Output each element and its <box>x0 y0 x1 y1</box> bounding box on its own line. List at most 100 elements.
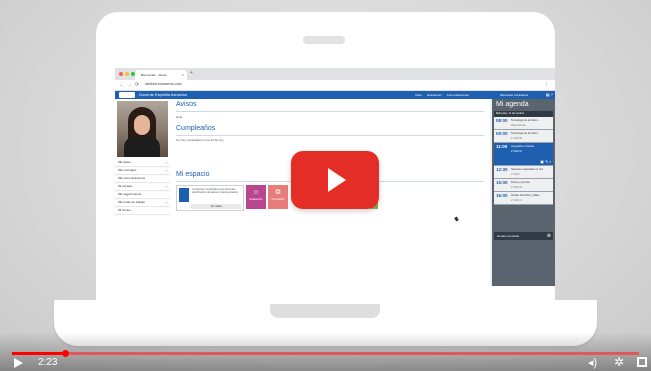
add-icon[interactable]: ⊕ <box>547 232 551 240</box>
event-action-icons[interactable]: ▣ ✎ ▪ <box>540 159 551 164</box>
event-sub: 1º ESO B <box>511 137 523 140</box>
sidebar: Mis datos › Mis mensajes › Mis comunicacio… <box>115 99 170 286</box>
event-sub: 2º ESO B <box>511 186 523 189</box>
app-menu: Inicio Evaluación Comunicaciones <box>415 92 469 98</box>
menu-item-inicio[interactable]: Inicio <box>415 92 422 98</box>
window-controls <box>119 72 135 76</box>
webcam <box>303 36 345 44</box>
avisos-title: Avisos <box>176 101 197 108</box>
address-bar: ← → ⟳ alexiadi.educamos.com ⋮ <box>115 80 555 91</box>
espacio-title: Mi espacio <box>176 171 210 178</box>
document-icon <box>179 188 189 202</box>
sidebar-item-mis-mensajes[interactable]: Mis mensajes › <box>115 167 170 175</box>
sidebar-item-mis-comunicaciones[interactable]: Mis comunicaciones <box>115 175 170 183</box>
browser-tabbar: Bienvenido · Alexia × + <box>115 68 555 80</box>
sidebar-item-mis-datos[interactable]: Mis datos › <box>115 159 170 167</box>
fullscreen-icon[interactable] <box>637 357 647 367</box>
scrubber-handle[interactable] <box>61 350 69 357</box>
event-time: 09:00 <box>496 131 508 136</box>
reload-icon[interactable]: ⟳ <box>135 82 139 88</box>
people-icon: ☺ <box>252 189 260 196</box>
tab-title: Bienvenido · Alexia <box>141 73 167 77</box>
agenda-panel: Mi agenda Miércoles, 11 de octubre 08:00… <box>492 99 555 286</box>
divider <box>176 135 484 136</box>
event-sub: 2º ESO A <box>511 150 522 153</box>
tile-label: Orientación <box>271 198 285 201</box>
avatar-torso <box>124 137 160 157</box>
progress-bar[interactable] <box>12 352 639 355</box>
app-title: Docente Espinilla Asuncion <box>139 92 188 97</box>
event-name: Física y química <box>511 181 530 184</box>
event-name: Sesiones especiales en red <box>511 168 543 171</box>
event-name: Tecnología de la inform... <box>511 132 540 135</box>
video-stage[interactable]: Bienvenido · Alexia × + ← → ⟳ alexiadi.e… <box>0 0 651 371</box>
user-name[interactable]: Mercedes Cantadora <box>500 92 528 98</box>
event-sub: Matemáticas <box>511 124 526 127</box>
menu-kebab-icon[interactable]: ⋮ <box>544 81 549 87</box>
sidebar-item-label: Mis notas de trabajo <box>118 200 146 204</box>
chevron-right-icon: › <box>165 168 167 173</box>
sidebar-item-mi-centro[interactable]: Mi Centro <box>115 207 170 215</box>
weekly-schedule-bar[interactable]: Horario semanal ⊕ <box>494 232 553 240</box>
app-logo[interactable] <box>119 92 135 98</box>
tile-label: Evaluación <box>249 198 263 201</box>
chevron-right-icon: › <box>165 200 167 205</box>
browser-tab[interactable]: Bienvenido · Alexia × <box>135 70 187 80</box>
sidebar-item-label: Mis seguimientos <box>118 192 142 196</box>
tile-orientacion[interactable]: ⧉ Orientación <box>268 185 288 209</box>
back-icon[interactable]: ← <box>119 82 124 88</box>
sidebar-item-label: Mi Centro <box>118 208 132 212</box>
event-name: Tecnología de la inform... <box>511 119 540 122</box>
agenda-event[interactable]: 09:00 Tecnología de la inform... 1º ESO … <box>494 130 553 143</box>
menu-item-evaluacion[interactable]: Evaluación <box>427 92 442 98</box>
agenda-title: Mi agenda <box>496 101 529 108</box>
event-time: 15:00 <box>496 180 508 185</box>
play-button[interactable] <box>291 151 379 209</box>
header-icons: ▦ ? <box>546 92 553 98</box>
agenda-list: 08:00 Tecnología de la inform... Matemát… <box>494 117 553 205</box>
play-icon <box>328 168 346 192</box>
network-icon: ⧉ <box>275 189 281 196</box>
menu-item-comunicaciones[interactable]: Comunicaciones <box>447 92 469 98</box>
event-sub: 2º ESO C <box>511 199 523 202</box>
avatar-face <box>134 115 150 135</box>
avisos-text: Hola <box>176 115 183 119</box>
url-field[interactable]: alexiadi.educamos.com <box>145 82 182 86</box>
agenda-event[interactable]: 15:00 Física y química 2º ESO B <box>494 179 553 192</box>
avatar <box>117 101 168 157</box>
event-time: 12:30 <box>496 167 508 172</box>
chevron-right-icon: › <box>165 160 167 165</box>
weekly-schedule-label: Horario semanal <box>497 234 520 238</box>
minimize-dot-icon[interactable] <box>125 72 129 76</box>
divider <box>176 111 484 112</box>
event-time: 08:00 <box>496 118 508 123</box>
help-icon[interactable]: ? <box>551 92 553 97</box>
new-tab-icon[interactable]: + <box>190 70 193 76</box>
sidebar-item-mi-espacio[interactable]: Mi espacio › <box>115 183 170 191</box>
progress-played <box>12 352 66 355</box>
agenda-event[interactable]: 08:00 Tecnología de la inform... Matemát… <box>494 117 553 130</box>
gear-icon[interactable]: ✲ <box>614 355 624 369</box>
close-dot-icon[interactable] <box>119 72 123 76</box>
event-sub: 2º ESO <box>511 173 520 176</box>
agenda-event[interactable]: 16:00 Ámbito Científico y Mate... 2º ESO… <box>494 192 553 205</box>
volume-icon[interactable]: ◂) <box>588 356 597 369</box>
espacio-card[interactable]: Contenido compartido entre docentes, pla… <box>176 185 244 211</box>
tile-evaluacion[interactable]: ☺ Evaluación <box>246 185 266 209</box>
agenda-event[interactable]: 12:30 Sesiones especiales en red 2º ESO <box>494 166 553 179</box>
agenda-event-active[interactable]: 11:00 Geografía e historia 2º ESO A ▣ ✎ … <box>494 143 553 166</box>
sidebar-item-mis-seguimientos[interactable]: Mis seguimientos <box>115 191 170 199</box>
grid-icon[interactable]: ▦ <box>546 92 550 97</box>
close-tab-icon[interactable]: × <box>182 70 184 80</box>
view-all-button[interactable]: Ver todos <box>191 204 241 209</box>
sidebar-item-mis-notas[interactable]: Mis notas de trabajo › <box>115 199 170 207</box>
app-header: Docente Espinilla Asuncion Inicio Evalua… <box>115 91 555 99</box>
sidebar-item-label: Mis comunicaciones <box>118 176 146 180</box>
event-name: Geografía e historia <box>511 145 534 148</box>
forward-icon[interactable]: → <box>127 82 132 88</box>
play-control-icon[interactable] <box>14 358 23 368</box>
chevron-right-icon: › <box>165 184 167 189</box>
sidebar-item-label: Mis mensajes <box>118 168 137 172</box>
event-time: 16:00 <box>496 193 508 198</box>
laptop-notch <box>270 304 380 318</box>
